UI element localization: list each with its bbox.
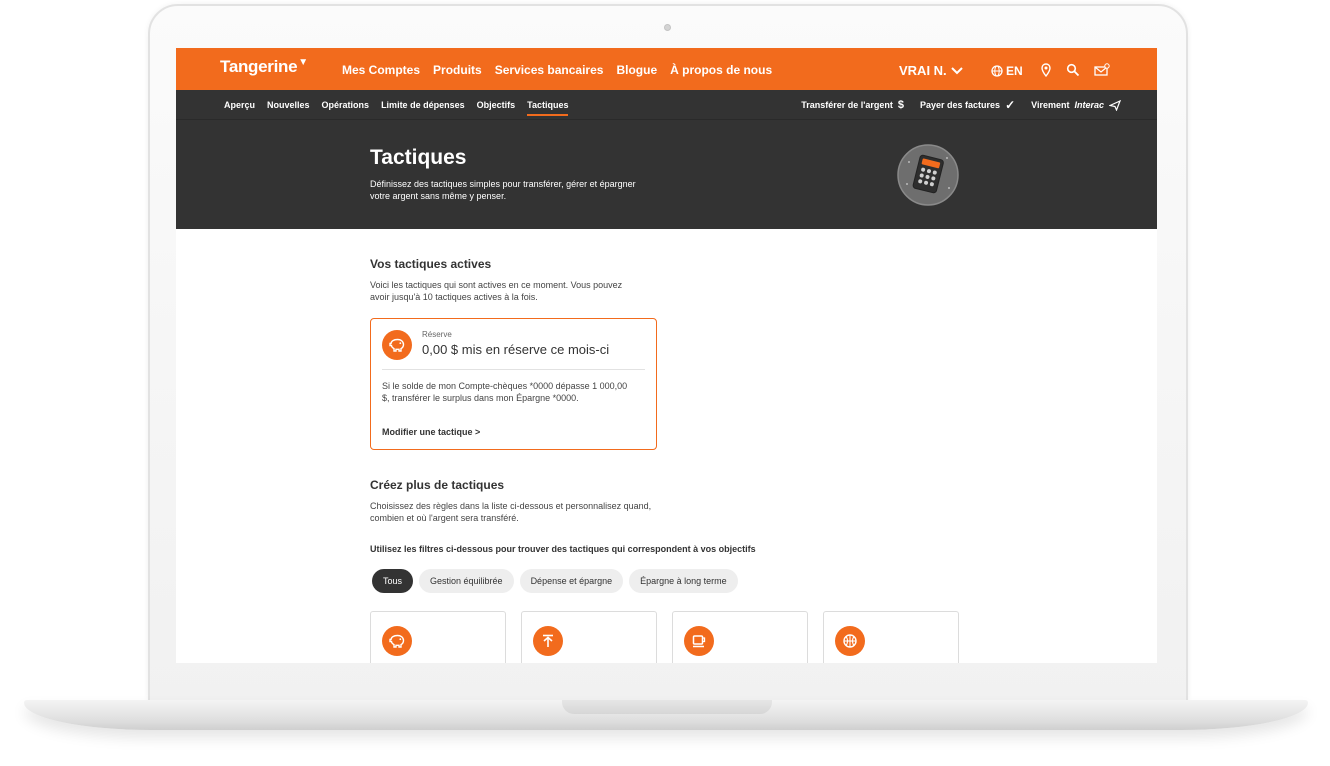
language-toggle[interactable]: EN [991,64,1023,78]
coffee-cup-icon [684,626,714,656]
tab-apercu[interactable]: Aperçu [224,100,255,116]
mail-icon[interactable] [1094,63,1110,77]
create-tactics-title: Créez plus de tactiques [370,478,505,492]
piggy-bank-icon [382,330,412,360]
tab-limite-depenses[interactable]: Limite de dépenses [381,100,465,116]
app-screen: Tangerine▼ Mes Comptes Produits Services… [176,48,1157,663]
tab-nouvelles[interactable]: Nouvelles [267,100,310,116]
page-subtitle: Définissez des tactiques simples pour tr… [370,179,636,201]
language-label: EN [1006,64,1023,78]
calculator-icon [897,144,959,206]
main-nav: Mes Comptes Produits Services bancaires … [342,63,772,77]
top-nav: Tangerine▼ Mes Comptes Produits Services… [176,48,1157,90]
chevron-down-icon [950,66,963,74]
filter-tous[interactable]: Tous [372,569,414,593]
globe-icon [991,65,1003,77]
tactic-tile[interactable] [370,611,506,663]
sub-nav: Aperçu Nouvelles Opérations Limite de dé… [176,90,1157,119]
nav-mes-comptes[interactable]: Mes Comptes [342,63,420,77]
laptop-notch [562,700,772,714]
nav-blogue[interactable]: Blogue [616,63,657,77]
nav-services-bancaires[interactable]: Services bancaires [495,63,604,77]
tactic-tile[interactable] [521,611,657,663]
user-name: VRAI N. [899,63,947,78]
search-icon[interactable] [1066,63,1080,77]
tab-operations[interactable]: Opérations [322,100,370,116]
tab-objectifs[interactable]: Objectifs [477,100,516,116]
tactic-amount: 0,00 $ mis en réserve ce mois-ci [422,342,610,357]
quick-actions: Transférer de l'argent $ Payer des factu… [801,98,1121,112]
active-tactics-description: Voici les tactiques qui sont actives en … [370,280,623,302]
tangerine-logo[interactable]: Tangerine▼ [220,57,308,77]
interac-transfer-link[interactable]: Virement Interac [1031,99,1121,111]
tactic-rule: Si le solde de mon Compte-chèques *0000 … [382,381,628,403]
card-divider [382,369,645,370]
checkmark-icon: ✓ [1005,98,1016,112]
camera-dot [664,24,671,31]
tactic-tile[interactable] [672,611,808,663]
filter-epargne-long-terme[interactable]: Épargne à long terme [629,569,738,593]
filter-chips: Tous Gestion équilibrée Dépense et éparg… [372,569,738,593]
user-menu[interactable]: VRAI N. [899,63,963,78]
send-icon [1109,99,1121,111]
location-pin-icon[interactable] [1039,63,1053,77]
pay-bills-link[interactable]: Payer des factures ✓ [920,98,1015,112]
arrow-up-icon [533,626,563,656]
active-tactic-card: Réserve 0,00 $ mis en réserve ce mois-ci… [370,318,657,450]
tab-tactiques[interactable]: Tactiques [527,100,569,116]
modify-tactic-link[interactable]: Modifier une tactique > [382,427,480,437]
active-tactics-title: Vos tactiques actives [370,257,492,271]
tactic-tile[interactable] [823,611,959,663]
filter-hint: Utilisez les filtres ci-dessous pour tro… [370,544,756,554]
nav-a-propos[interactable]: À propos de nous [670,63,772,77]
filter-depense-epargne[interactable]: Dépense et épargne [519,569,624,593]
basketball-icon [835,626,865,656]
page-title: Tactiques [370,146,467,169]
piggy-bank-icon [382,626,412,656]
dollar-icon: $ [897,99,905,111]
nav-produits[interactable]: Produits [433,63,482,77]
hero-banner: Tactiques Définissez des tactiques simpl… [176,119,1157,229]
tactic-type-label: Réserve [422,330,452,339]
filter-gestion-equilibree[interactable]: Gestion équilibrée [419,569,514,593]
sub-nav-tabs: Aperçu Nouvelles Opérations Limite de dé… [224,100,569,116]
transfer-money-link[interactable]: Transférer de l'argent $ [801,99,904,111]
create-tactics-description: Choisissez des règles dans la liste ci-d… [370,501,652,523]
